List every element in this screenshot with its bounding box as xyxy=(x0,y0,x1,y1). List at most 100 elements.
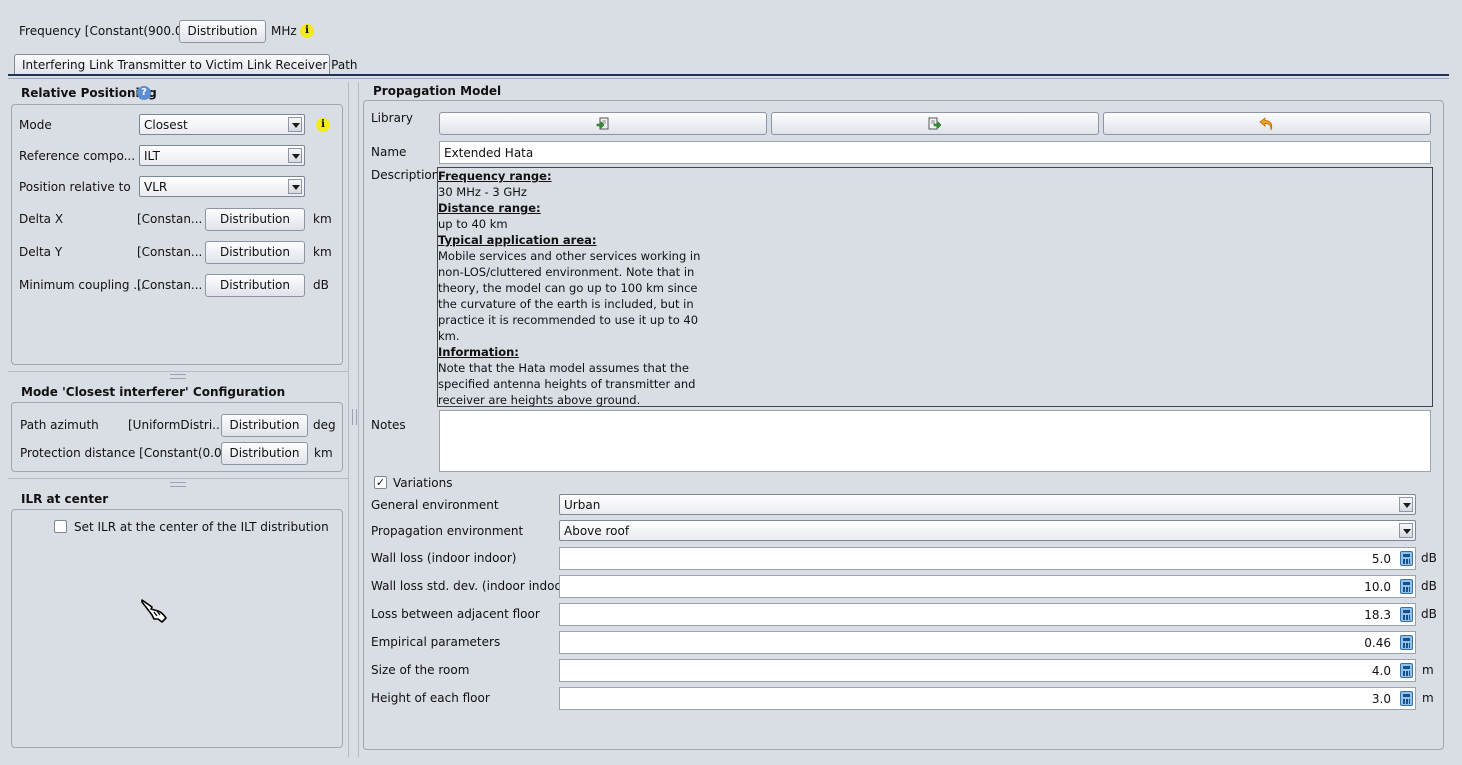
description-line: Note that the Hata model assumes that th… xyxy=(438,361,689,375)
floor-loss-input[interactable]: 18.3 xyxy=(559,603,1416,626)
propagation-env-label: Propagation environment xyxy=(371,524,524,538)
delta-y-distribution-button[interactable]: Distribution xyxy=(205,241,305,264)
name-input[interactable]: Extended Hata xyxy=(439,141,1431,164)
protection-distance-label: Protection distance [Constant(0.0)] xyxy=(20,446,231,460)
description-line: practice it is recommended to use it up … xyxy=(438,313,699,327)
check-icon: ✓ xyxy=(375,476,386,489)
wall-loss-std-value: 10.0 xyxy=(1364,580,1391,594)
variations-checkbox[interactable]: ✓ xyxy=(374,476,387,489)
description-line: receiver are heights above ground. xyxy=(438,393,641,407)
wall-loss-std-unit: dB xyxy=(1421,579,1437,593)
delta-y-unit: km xyxy=(313,245,332,259)
ilr-center-title: ILR at center xyxy=(21,492,109,506)
empirical-params-label: Empirical parameters xyxy=(371,635,501,649)
delta-x-distribution-button[interactable]: Distribution xyxy=(205,208,305,231)
description-line: the curvature of the earth is included, … xyxy=(438,297,694,311)
notes-label: Notes xyxy=(371,418,406,432)
notes-textarea[interactable] xyxy=(439,410,1431,472)
variations-label: Variations xyxy=(393,476,453,490)
description-line: Mobile services and other services worki… xyxy=(438,249,701,263)
path-azimuth-value: [UniformDistri...] xyxy=(128,418,229,432)
tab-label: Interfering Link Transmitter to Victim L… xyxy=(22,58,358,72)
description-text: Frequency range: 30 MHz - 3 GHz Distance r… xyxy=(437,167,1433,407)
description-line: theory, the model can go up to 100 km si… xyxy=(438,281,698,295)
path-azimuth-distribution-button[interactable]: Distribution xyxy=(221,414,308,437)
description-heading: Information: xyxy=(438,345,519,359)
import-icon xyxy=(596,117,609,129)
wall-loss-value: 5.0 xyxy=(1371,552,1391,566)
splitter-grip[interactable] xyxy=(170,482,186,487)
splitter-line xyxy=(8,478,348,479)
propagation-env-value: Above roof xyxy=(564,524,630,538)
mode-label: Mode xyxy=(19,118,52,132)
room-size-input[interactable]: 4.0 xyxy=(559,659,1416,682)
floor-loss-label: Loss between adjacent floor xyxy=(371,607,540,621)
position-relative-select[interactable]: VLR xyxy=(139,176,305,197)
frequency-label: Frequency [Constant(900.0)] xyxy=(19,24,192,38)
library-export-button[interactable] xyxy=(771,112,1099,135)
column-splitter-line xyxy=(358,82,359,757)
min-coupling-value: [Constan... xyxy=(137,278,203,292)
floor-height-label: Height of each floor xyxy=(371,691,490,705)
mode-info-icon[interactable]: i xyxy=(316,118,330,132)
propagation-env-select[interactable]: Above roof xyxy=(559,520,1416,541)
chevron-down-icon xyxy=(288,148,302,163)
chevron-down-icon xyxy=(1399,497,1413,512)
floor-height-input[interactable]: 3.0 xyxy=(559,687,1416,710)
wall-loss-std-input[interactable]: 10.0 xyxy=(559,575,1416,598)
mode-select[interactable]: Closest xyxy=(139,114,305,135)
floor-height-value: 3.0 xyxy=(1371,692,1391,706)
column-splitter-grip[interactable] xyxy=(352,409,357,425)
delta-y-value: [Constan... xyxy=(137,245,203,259)
min-coupling-unit: dB xyxy=(313,278,329,292)
tab-interfering-link-path[interactable]: Interfering Link Transmitter to Victim L… xyxy=(14,54,358,75)
empirical-params-input[interactable]: 0.46 xyxy=(559,631,1416,654)
splitter-line xyxy=(8,371,348,372)
protection-distance-unit: km xyxy=(314,446,333,460)
wall-loss-input[interactable]: 5.0 xyxy=(559,547,1416,570)
library-import-button[interactable] xyxy=(439,112,767,135)
ilr-center-checkbox[interactable] xyxy=(54,520,67,533)
name-label: Name xyxy=(371,145,407,159)
reference-label: Reference compo... xyxy=(19,149,136,163)
column-splitter-line xyxy=(348,82,349,757)
description-line: km. xyxy=(438,329,460,343)
library-revert-button[interactable] xyxy=(1103,112,1431,135)
delta-x-unit: km xyxy=(313,212,332,226)
path-azimuth-unit: deg xyxy=(313,418,336,432)
ilr-center-panel xyxy=(11,509,343,748)
description-heading: Typical application area: xyxy=(438,233,597,247)
name-input-value: Extended Hata xyxy=(444,146,534,160)
floor-loss-unit: dB xyxy=(1421,607,1437,621)
description-heading: Frequency range: xyxy=(438,169,552,183)
calculator-icon[interactable] xyxy=(1400,607,1413,622)
splitter-grip[interactable] xyxy=(170,374,186,379)
path-azimuth-label: Path azimuth xyxy=(20,418,99,432)
calculator-icon[interactable] xyxy=(1400,691,1413,706)
calculator-icon[interactable] xyxy=(1400,663,1413,678)
floor-height-unit: m xyxy=(1422,691,1434,705)
description-line: non-LOS/cluttered environment. Note that… xyxy=(438,265,695,279)
protection-distance-distribution-button[interactable]: Distribution xyxy=(221,442,308,465)
delta-x-value: [Constan... xyxy=(137,212,203,226)
general-env-value: Urban xyxy=(564,498,601,512)
help-icon[interactable]: ? xyxy=(137,86,151,100)
mode-value: Closest xyxy=(144,118,188,132)
frequency-info-icon[interactable]: i xyxy=(300,24,314,38)
general-env-select[interactable]: Urban xyxy=(559,494,1416,515)
delta-y-label: Delta Y xyxy=(19,245,63,259)
min-coupling-distribution-button[interactable]: Distribution xyxy=(205,274,305,297)
calculator-icon[interactable] xyxy=(1400,579,1413,594)
reference-value: ILT xyxy=(144,149,160,163)
reference-select[interactable]: ILT xyxy=(139,145,305,166)
frequency-distribution-button[interactable]: Distribution xyxy=(179,20,266,43)
calculator-icon[interactable] xyxy=(1400,635,1413,650)
room-size-label: Size of the room xyxy=(371,663,470,677)
min-coupling-label: Minimum coupling ... xyxy=(19,278,145,292)
calculator-icon[interactable] xyxy=(1400,551,1413,566)
mouse-cursor-icon xyxy=(141,599,167,623)
frequency-unit: MHz xyxy=(271,24,297,38)
undo-arrow-icon xyxy=(1259,116,1273,130)
description-line: specified antenna heights of transmitter… xyxy=(438,377,696,391)
wall-loss-unit: dB xyxy=(1421,551,1437,565)
